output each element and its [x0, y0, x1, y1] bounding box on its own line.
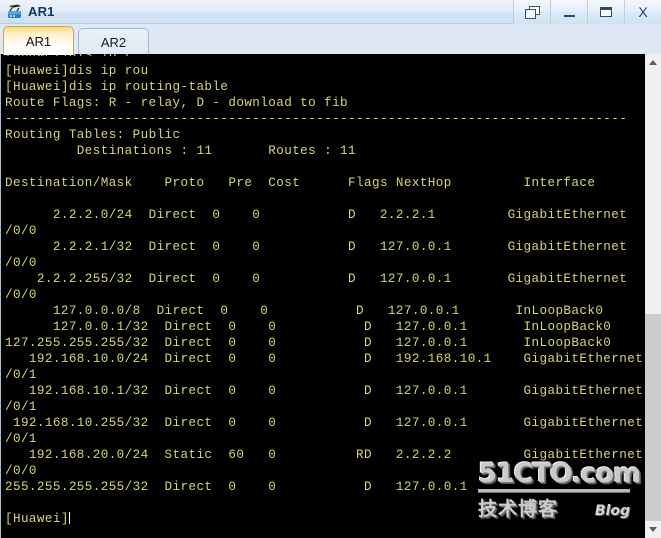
scrollbar-thumb[interactable]: [645, 314, 661, 521]
terminal-line: 127.0.0.0/8 Direct 0 0 D 127.0.0.1 InLoo…: [5, 304, 604, 318]
terminal-cursor: [68, 512, 70, 524]
terminal-line: 2.2.2.1/32 Direct 0 0 D 127.0.0.1 Gigabi…: [5, 240, 628, 254]
tab-ar1-label: AR1: [25, 33, 52, 49]
maximize-window-button[interactable]: [587, 0, 624, 24]
close-icon: X: [638, 4, 648, 20]
terminal-line: [Huawei]: [5, 512, 70, 526]
terminal-line: ----------------------------------------…: [5, 112, 628, 126]
terminal-line: 192.168.10.1/32 Direct 0 0 D 127.0.0.1 G…: [5, 384, 644, 398]
terminal-window: AR1 X AR1 AR2 [Huawei]dis ip rou [Huawei…: [0, 0, 661, 538]
terminal-line: Destinations : 11 Routes : 11: [5, 144, 357, 158]
terminal-line: 192.168.10.0/24 Direct 0 0 D 192.168.10.…: [5, 352, 644, 366]
minimize-window-button[interactable]: [550, 0, 587, 24]
restore-window-button[interactable]: [513, 0, 550, 24]
terminal-area: [Huawei]dis ip r [Huawei]dis ip rou [Huawe…: [0, 54, 661, 538]
window-controls: X: [513, 0, 661, 24]
close-window-button[interactable]: X: [624, 0, 661, 24]
router-device-icon: [5, 3, 25, 21]
terminal-line: [Huawei]dis ip rou: [5, 64, 149, 78]
terminal-line: /0/0: [5, 464, 37, 478]
maximize-icon: [600, 7, 612, 17]
terminal-line: /0/0: [5, 256, 37, 270]
terminal-line: [Huawei]dis ip r: [5, 54, 644, 56]
scroll-down-arrow-icon[interactable]: [645, 521, 661, 538]
terminal-line: /0/1: [5, 368, 37, 382]
terminal-line: 192.168.10.255/32 Direct 0 0 D 127.0.0.1…: [5, 416, 644, 430]
terminal-line: Route Flags: R - relay, D - download to …: [5, 96, 349, 110]
terminal-line: 127.0.0.1/32 Direct 0 0 D 127.0.0.1 InLo…: [5, 320, 612, 334]
terminal-output[interactable]: [Huawei]dis ip r [Huawei]dis ip rou [Huawe…: [1, 54, 644, 538]
terminal-line: 192.168.20.0/24 Static 60 0 RD 2.2.2.2 G…: [5, 448, 644, 462]
terminal-line: /0/0: [5, 224, 37, 238]
terminal-line: Destination/Mask Proto Pre Cost Flags Ne…: [5, 176, 596, 190]
tab-ar2-label: AR2: [100, 34, 127, 50]
terminal-line: 127.255.255.255/32 Direct 0 0 D 127.0.0.…: [5, 336, 612, 350]
window-title: AR1: [28, 4, 55, 19]
terminal-line: /0/0: [5, 288, 37, 302]
terminal-line: /0/1: [5, 400, 37, 414]
minimize-icon: [563, 14, 575, 17]
terminal-line: Routing Tables: Public: [5, 128, 181, 142]
scrollbar-track[interactable]: [645, 71, 661, 521]
terminal-line: /0/1: [5, 432, 37, 446]
tab-ar2[interactable]: AR2: [78, 28, 149, 55]
tab-ar1[interactable]: AR1: [3, 26, 74, 55]
terminal-line: 255.255.255.255/32 Direct 0 0 D 127.0.0.…: [5, 480, 468, 494]
terminal-line: [Huawei]dis ip routing-table: [5, 80, 229, 94]
terminal-line: 2.2.2.0/24 Direct 0 0 D 2.2.2.1 GigabitE…: [5, 208, 628, 222]
terminal-line: 2.2.2.255/32 Direct 0 0 D 127.0.0.1 Giga…: [5, 272, 628, 286]
scroll-up-arrow-icon[interactable]: [645, 54, 661, 71]
tab-strip: AR1 AR2: [0, 24, 661, 55]
restore-icon: [524, 5, 540, 19]
title-bar: AR1 X: [0, 0, 661, 24]
vertical-scrollbar[interactable]: [644, 54, 661, 538]
